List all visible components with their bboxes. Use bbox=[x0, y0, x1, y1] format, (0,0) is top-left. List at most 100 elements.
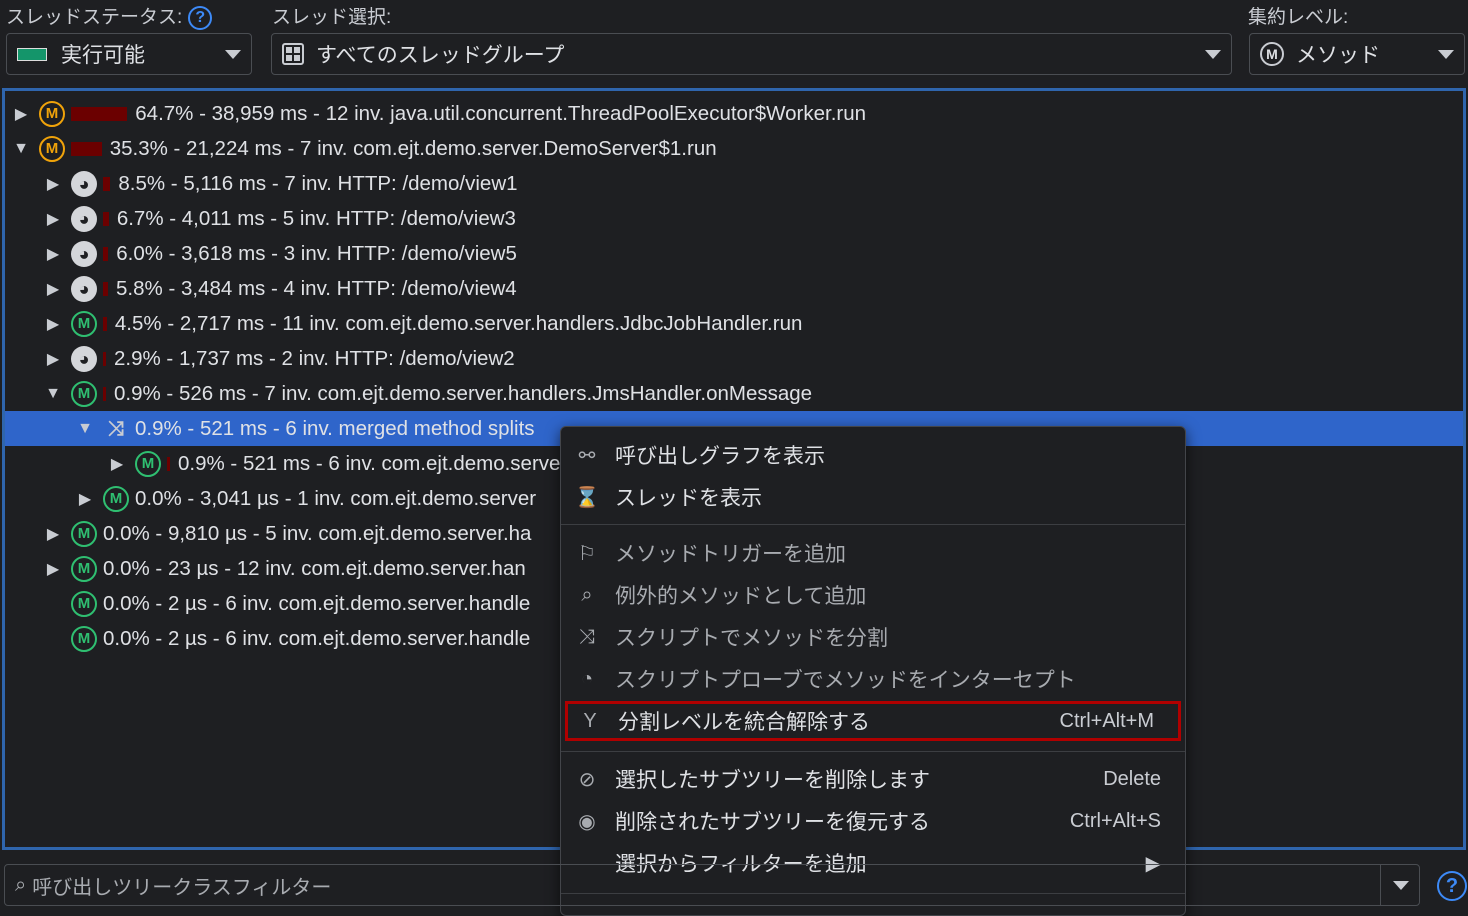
percentage-bar bbox=[103, 281, 109, 296]
http-request-icon: ◕ bbox=[71, 205, 97, 232]
percentage-bar bbox=[71, 141, 102, 156]
menu-item-label: スクリプトプローブでメソッドをインターセプト bbox=[615, 669, 1076, 692]
tree-row-text: 0.9% - 526 ms - 7 inv. com.ejt.demo.serv… bbox=[114, 381, 813, 405]
tree-row[interactable]: ▶ ◕ 2.9% - 1,737 ms - 2 inv. HTTP: /demo/v… bbox=[5, 341, 1463, 376]
tree-row[interactable]: ▶ ◕ 8.5% - 5,116 ms - 7 inv. HTTP: /demo/v… bbox=[5, 166, 1463, 201]
tree-row[interactable]: ▼ M 0.9% - 526 ms - 7 inv. com.ejt.demo.se… bbox=[5, 376, 1463, 411]
shortcut-label: Ctrl+Alt+S bbox=[1069, 809, 1161, 832]
thread-status-dropdown[interactable]: 実行可能 bbox=[6, 33, 252, 75]
http-request-icon: ◕ bbox=[71, 170, 97, 197]
help-icon[interactable]: ? bbox=[188, 5, 213, 30]
menu-item-show-call-graph[interactable]: ⚯ 呼び出しグラフを表示 bbox=[561, 435, 1185, 475]
menu-item-show-threads[interactable]: ⌛ スレッドを表示 bbox=[561, 477, 1185, 517]
menu-item-label: 呼び出しグラフを表示 bbox=[615, 445, 825, 468]
tree-row-text: 0.0% - 2 µs - 6 inv. com.ejt.demo.server… bbox=[103, 591, 531, 615]
thread-status-value: 実行可能 bbox=[61, 44, 145, 67]
eye-icon: ◉ bbox=[578, 810, 596, 833]
method-icon: M bbox=[39, 100, 65, 127]
tree-row[interactable]: ▶ ◕ 5.8% - 3,484 ms - 4 inv. HTTP: /demo/v… bbox=[5, 271, 1463, 306]
class-filter-input[interactable]: ⌕ 呼び出しツリークラスフィルター bbox=[4, 864, 1420, 906]
merge-icon: Y bbox=[583, 709, 597, 732]
aggregation-label: 集約レベル: bbox=[1248, 7, 1349, 28]
tree-row-text: 64.7% - 38,959 ms - 12 inv. java.util.co… bbox=[135, 101, 867, 125]
tree-row-text: 2.9% - 1,737 ms - 2 inv. HTTP: /demo/vie… bbox=[114, 346, 515, 370]
filter-placeholder: 呼び出しツリークラスフィルター bbox=[32, 876, 332, 899]
tree-row[interactable]: ▼ M 35.3% - 21,224 ms - 7 inv. com.ejt.dem… bbox=[5, 131, 1463, 166]
menu-item-label: スクリプトでメソッドを分割 bbox=[615, 627, 888, 650]
expand-arrow-icon[interactable]: ▶ bbox=[107, 454, 127, 474]
menu-item-add-exceptional-method[interactable]: ⌕ 例外的メソッドとして追加 bbox=[561, 575, 1185, 615]
expand-arrow-icon[interactable]: ▶ bbox=[43, 174, 63, 194]
method-icon: M bbox=[71, 590, 97, 617]
expand-arrow-icon[interactable]: ▶ bbox=[75, 489, 95, 509]
tree-row-text: 35.3% - 21,224 ms - 7 inv. com.ejt.demo.… bbox=[109, 136, 717, 160]
expand-arrow-icon[interactable]: ▶ bbox=[43, 279, 63, 299]
tree-row[interactable]: ▶ ◕ 6.7% - 4,011 ms - 5 inv. HTTP: /demo/v… bbox=[5, 201, 1463, 236]
expand-arrow-icon[interactable]: ▶ bbox=[43, 349, 63, 369]
exception-search-icon: ⌕ bbox=[581, 583, 593, 606]
shortcut-label: Delete bbox=[1103, 767, 1161, 790]
status-color-swatch bbox=[17, 47, 47, 61]
menu-separator bbox=[561, 751, 1185, 752]
menu-item-add-method-trigger[interactable]: ⚐ メソッドトリガーを追加 bbox=[561, 533, 1185, 573]
method-icon: M bbox=[71, 520, 97, 547]
chevron-down-icon bbox=[225, 49, 241, 59]
method-icon: M bbox=[71, 310, 97, 337]
filter-history-dropdown[interactable] bbox=[1380, 864, 1420, 906]
tree-row[interactable]: ▶ M 64.7% - 38,959 ms - 12 inv. java.util.… bbox=[5, 96, 1463, 131]
menu-item-intercept-method-probe[interactable]: ◔ スクリプトプローブでメソッドをインターセプト bbox=[561, 659, 1185, 699]
menu-item-label: メソッドトリガーを追加 bbox=[615, 543, 846, 566]
tree-row-text: 0.0% - 2 µs - 6 inv. com.ejt.demo.server… bbox=[103, 626, 531, 650]
http-request-icon: ◕ bbox=[71, 240, 97, 267]
thread-select-dropdown[interactable]: すべてのスレッドグループ bbox=[271, 33, 1232, 75]
percentage-bar bbox=[167, 456, 170, 471]
menu-item-remove-subtree[interactable]: ⊘ 選択したサブツリーを削除します Delete bbox=[561, 759, 1185, 799]
tree-row-text: 5.8% - 3,484 ms - 4 inv. HTTP: /demo/vie… bbox=[116, 276, 517, 300]
expand-arrow-icon[interactable]: ▶ bbox=[43, 314, 63, 334]
shortcut-label: Ctrl+Alt+M bbox=[1059, 709, 1154, 732]
tree-row[interactable]: ▶ ◕ 6.0% - 3,618 ms - 3 inv. HTTP: /demo/v… bbox=[5, 236, 1463, 271]
probe-gauge-icon: ◔ bbox=[580, 667, 594, 690]
menu-item-split-method-script[interactable]: ⤨ スクリプトでメソッドを分割 bbox=[561, 617, 1185, 657]
expand-arrow-icon[interactable]: ▶ bbox=[43, 559, 63, 579]
expand-arrow-icon[interactable]: ▶ bbox=[43, 244, 63, 264]
percentage-bar bbox=[103, 176, 111, 191]
thread-select-value: すべてのスレッドグループ bbox=[316, 44, 565, 67]
tree-row-text: 0.9% - 521 ms - 6 inv. merged method spl… bbox=[135, 416, 535, 440]
collapse-arrow-icon[interactable]: ▼ bbox=[11, 140, 31, 158]
chevron-down-icon bbox=[1392, 880, 1409, 890]
help-icon[interactable]: ? bbox=[1437, 871, 1467, 901]
percentage-bar bbox=[103, 351, 106, 366]
tree-row-text: 0.0% - 9,810 µs - 5 inv. com.ejt.demo.se… bbox=[103, 521, 532, 545]
expand-arrow-icon[interactable]: ▶ bbox=[11, 104, 31, 124]
menu-item-label: 削除されたサブツリーを復元する bbox=[615, 811, 930, 834]
percentage-bar bbox=[103, 246, 109, 261]
tree-row-text: 0.0% - 3,041 µs - 1 inv. com.ejt.demo.se… bbox=[135, 486, 537, 510]
method-icon: M bbox=[71, 380, 97, 407]
method-icon: M bbox=[1260, 42, 1284, 66]
method-icon: M bbox=[71, 555, 97, 582]
aggregation-dropdown[interactable]: M メソッド bbox=[1249, 33, 1465, 75]
chevron-down-icon bbox=[1438, 49, 1454, 59]
method-icon: M bbox=[135, 450, 161, 477]
method-icon: M bbox=[71, 625, 97, 652]
collapse-arrow-icon[interactable]: ▼ bbox=[75, 420, 95, 438]
tree-row-text: 4.5% - 2,717 ms - 11 inv. com.ejt.demo.s… bbox=[114, 311, 803, 335]
tree-row-text: 6.7% - 4,011 ms - 5 inv. HTTP: /demo/vie… bbox=[116, 206, 516, 230]
context-menu: ⚯ 呼び出しグラフを表示 ⌛ スレッドを表示 ⚐ メソッドトリガーを追加 ⌕ 例外的メソッドと… bbox=[560, 426, 1186, 916]
split-icon: ⤨ bbox=[108, 417, 124, 440]
thread-status-label: スレッドステータス:? bbox=[6, 2, 213, 30]
tree-row[interactable]: ▶ M 4.5% - 2,717 ms - 11 inv. com.ejt.demo… bbox=[5, 306, 1463, 341]
menu-item-label: 選択したサブツリーを削除します bbox=[615, 769, 930, 792]
method-icon: M bbox=[39, 135, 65, 162]
percentage-bar bbox=[103, 316, 107, 331]
thread-status-label-text: スレッドステータス: bbox=[6, 7, 183, 28]
menu-item-label: 分割レベルを統合解除する bbox=[618, 711, 870, 734]
tree-row-text: 0.9% - 521 ms - 6 inv. com.ejt.demo.serv… bbox=[178, 451, 568, 475]
menu-item-restore-subtrees[interactable]: ◉ 削除されたサブツリーを復元する Ctrl+Alt+S bbox=[561, 801, 1185, 841]
expand-arrow-icon[interactable]: ▶ bbox=[43, 524, 63, 544]
menu-item-unmerge-split-levels[interactable]: Y 分割レベルを統合解除する Ctrl+Alt+M bbox=[565, 701, 1181, 741]
menu-separator bbox=[561, 524, 1185, 525]
collapse-arrow-icon[interactable]: ▼ bbox=[43, 385, 63, 403]
expand-arrow-icon[interactable]: ▶ bbox=[43, 209, 63, 229]
